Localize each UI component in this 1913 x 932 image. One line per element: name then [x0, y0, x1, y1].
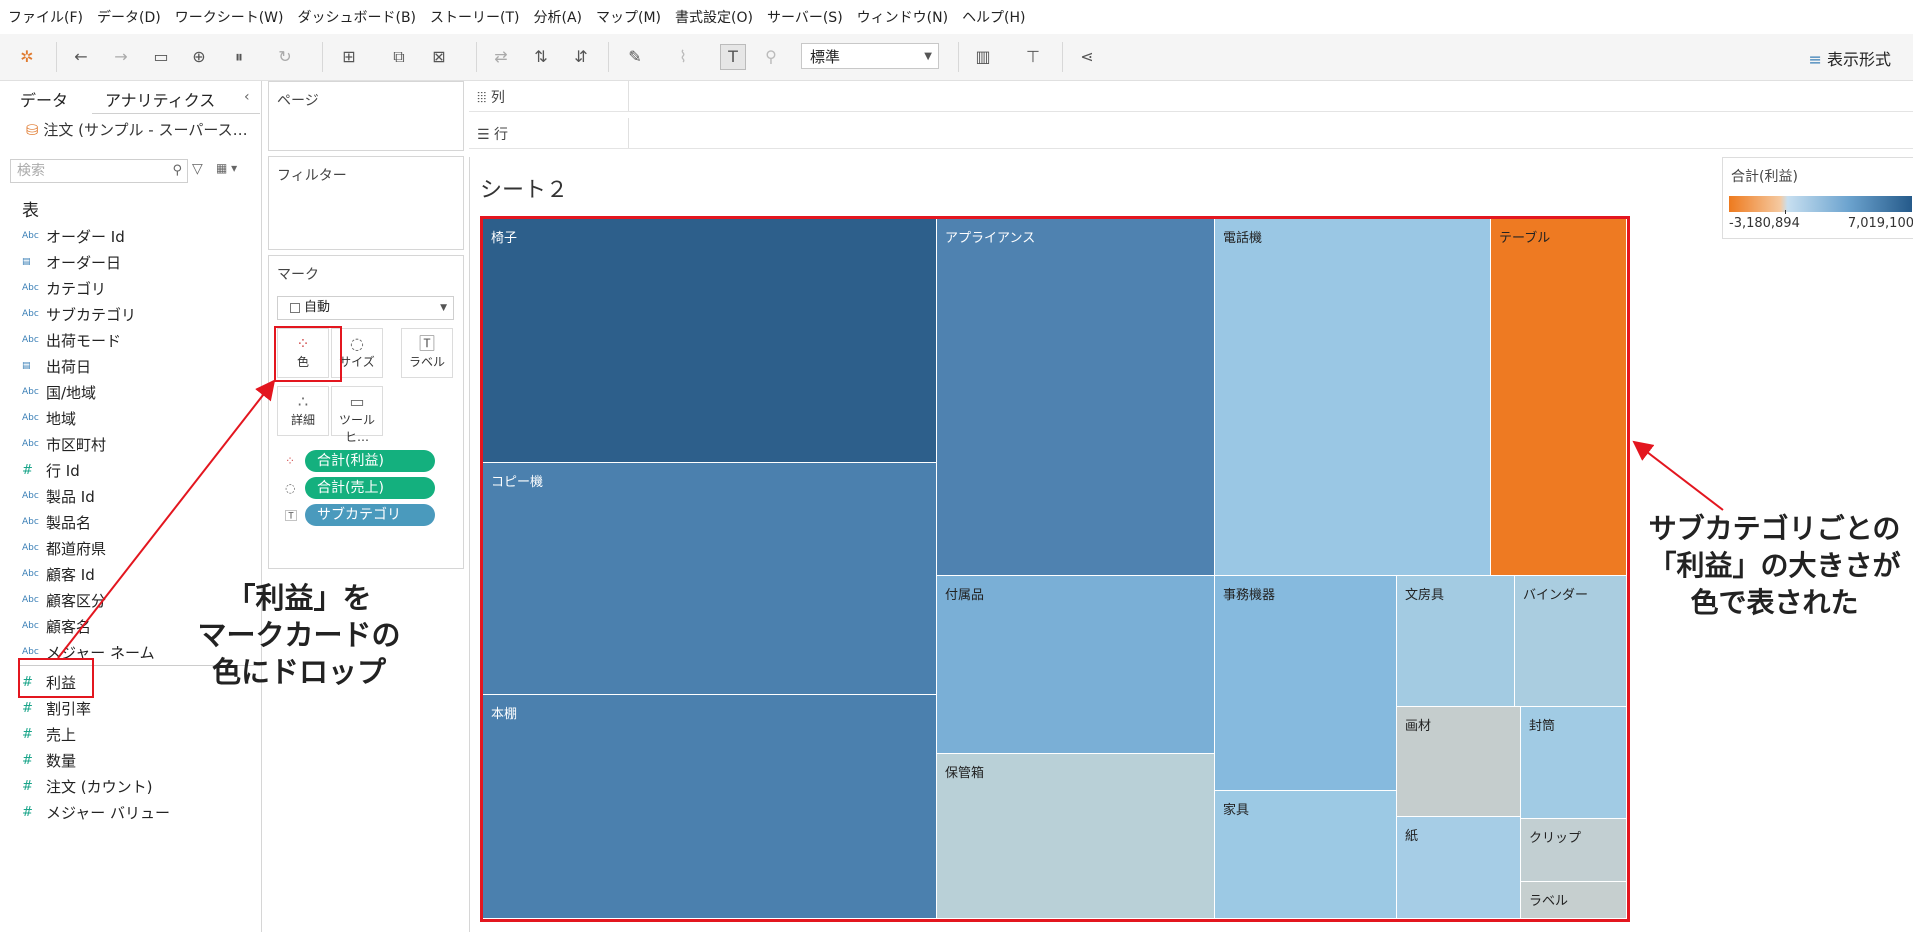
right-annotation-line: サブカテゴリごとの — [1648, 512, 1901, 545]
annotation-arrow-right — [1632, 440, 1724, 511]
left-annotation-line: マークカードの — [197, 618, 401, 652]
right-annotation: サブカテゴリごとの 「利益」の大きさが 色で表された — [1636, 510, 1913, 621]
annotation-arrows — [57, 379, 1724, 659]
left-annotation: 「利益」を マークカードの 色にドロップ — [174, 580, 424, 691]
left-annotation-line: 色にドロップ — [211, 655, 386, 689]
right-annotation-line: 「利益」の大きさが — [1648, 549, 1901, 582]
left-annotation-line: 「利益」を — [226, 581, 372, 615]
right-annotation-line: 色で表された — [1690, 586, 1859, 619]
